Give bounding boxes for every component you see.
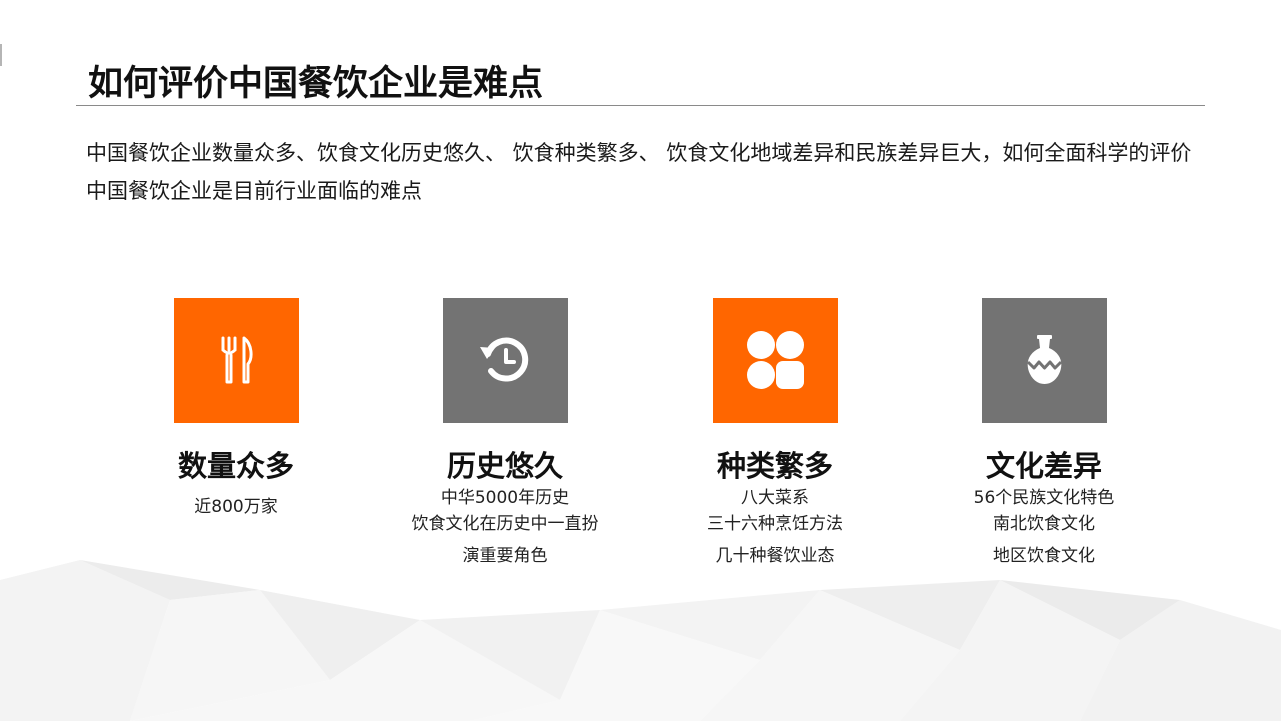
card-heading: 数量众多 (177, 449, 294, 483)
card-tile-quantity (173, 298, 299, 423)
card-heading: 文化差异 (985, 449, 1102, 483)
intro-paragraph: 中国餐饮企业数量众多、饮食文化历史悠久、 饮食种类繁多、 饮食文化地域差异和民族… (86, 141, 1192, 203)
card-line: 南北饮食文化 (993, 514, 1095, 534)
title-divider (76, 105, 1205, 106)
card-lines: 近800万家 (116, 494, 356, 520)
card-line: 几十种餐饮业态 (715, 546, 835, 566)
card-variety: 种类繁多 八大菜系 三十六种烹饪方法 几十种餐饮业态 (655, 298, 895, 569)
card-quantity: 数量众多 近800万家 (116, 298, 356, 520)
card-culture: 文化差异 56个民族文化特色 南北饮食文化 地区饮食文化 (924, 298, 1164, 569)
card-line: 饮食文化在历史中一直扮 (411, 514, 599, 534)
card-line: 近800万家 (194, 497, 278, 517)
slide: 如何评价中国餐饮企业是难点 中国餐饮企业数量众多、饮食文化历史悠久、 饮食种类繁… (0, 0, 1281, 721)
polygon-background (0, 560, 1281, 721)
card-line: 56个民族文化特色 (973, 488, 1115, 508)
page-title: 如何评价中国餐饮企业是难点 (88, 64, 544, 104)
card-heading: 种类繁多 (716, 449, 833, 483)
card-history: 历史悠久 中华5000年历史 饮食文化在历史中一直扮 演重要角色 (385, 298, 625, 569)
card-lines: 八大菜系 三十六种烹饪方法 几十种餐饮业态 (655, 485, 895, 569)
card-lines: 56个民族文化特色 南北饮食文化 地区饮食文化 (924, 485, 1164, 569)
card-line: 地区饮食文化 (993, 546, 1095, 566)
card-heading: 历史悠久 (446, 449, 563, 483)
left-edge-mark (0, 44, 2, 66)
card-tile-variety (712, 298, 838, 423)
card-lines: 中华5000年历史 饮食文化在历史中一直扮 演重要角色 (385, 485, 625, 569)
fork-knife-icon (221, 336, 253, 384)
card-line: 演重要角色 (462, 546, 548, 566)
card-line: 八大菜系 (741, 488, 809, 508)
card-tile-history (442, 298, 568, 423)
history-clock-icon (479, 337, 528, 382)
vase-icon (1026, 335, 1062, 384)
four-grid-icon (746, 331, 804, 389)
card-tile-culture (981, 298, 1107, 423)
card-line: 三十六种烹饪方法 (707, 514, 843, 534)
card-line: 中华5000年历史 (440, 488, 570, 508)
